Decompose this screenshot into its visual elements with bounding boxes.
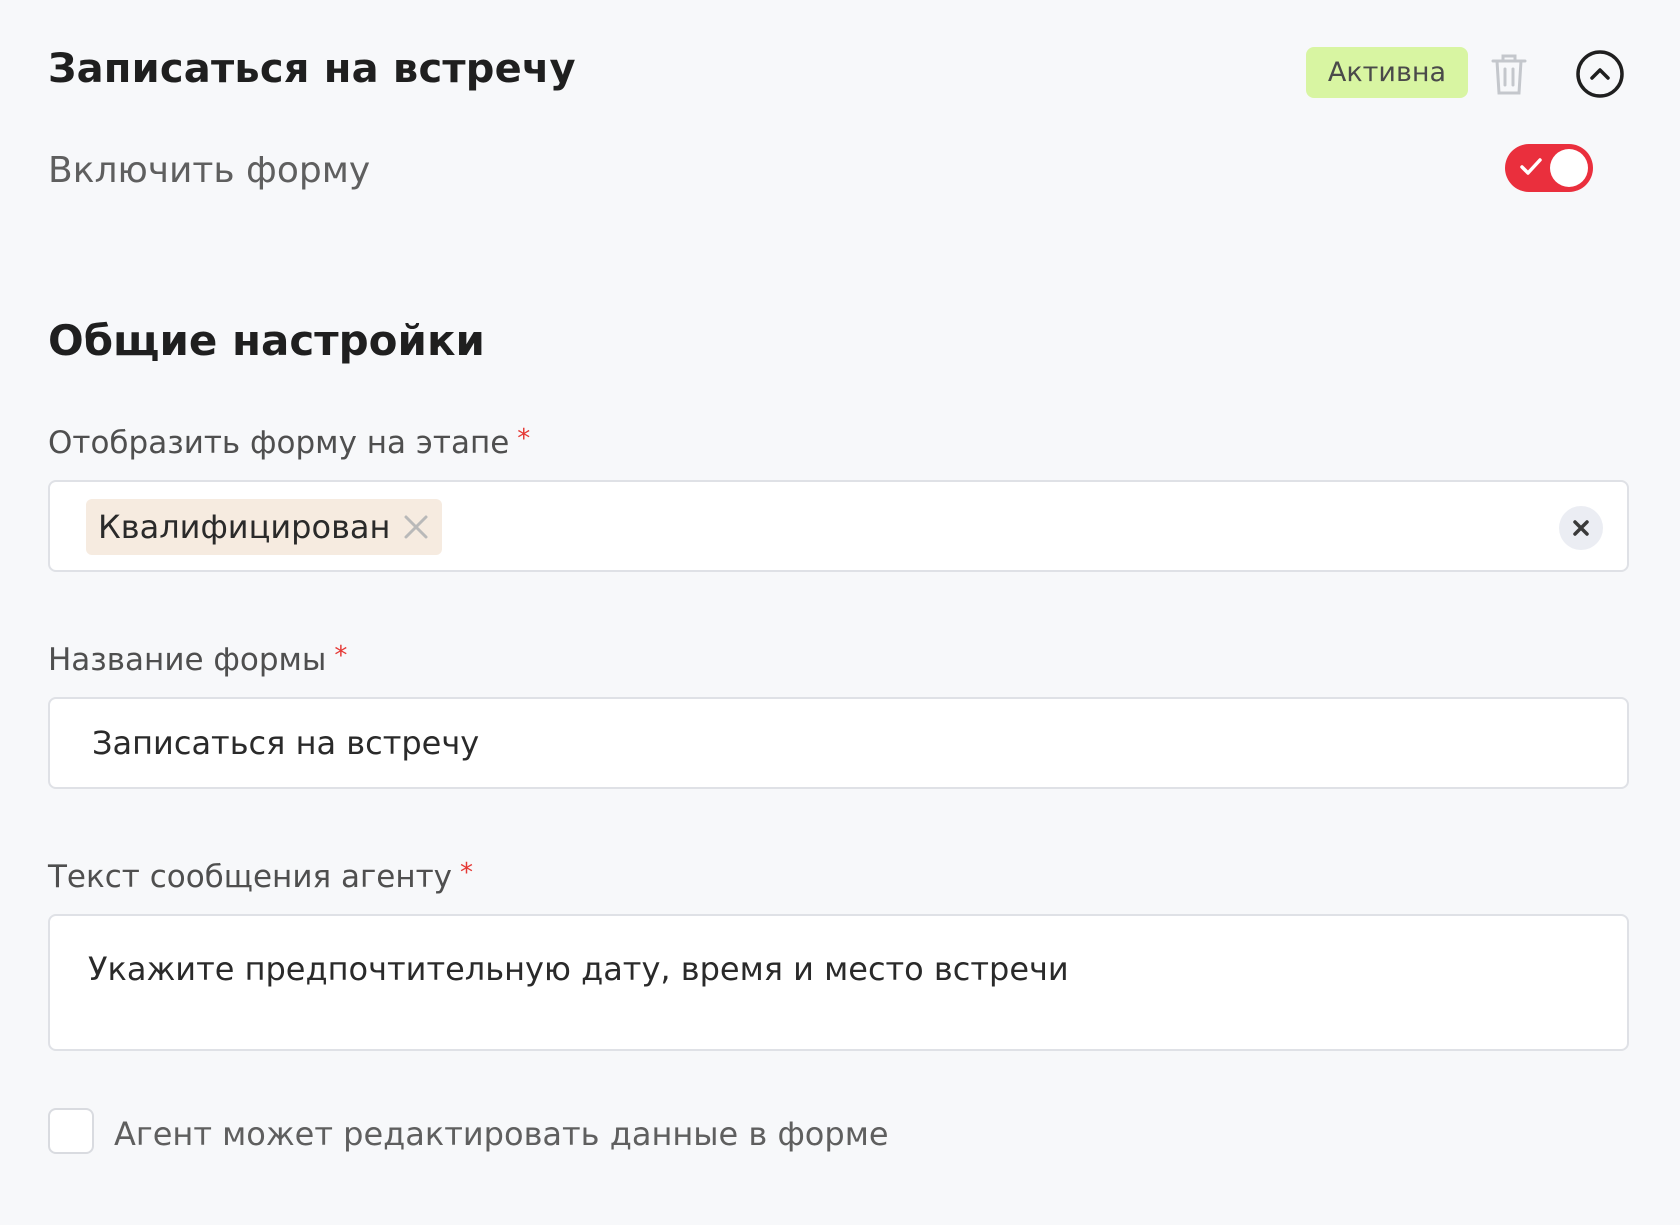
close-icon bbox=[404, 515, 428, 539]
form-name-field: Записаться на встречу bbox=[48, 697, 1629, 789]
form-name-input[interactable]: Записаться на встречу bbox=[92, 724, 1572, 762]
stage-tag: Квалифицирован bbox=[86, 499, 443, 555]
delete-button[interactable] bbox=[1486, 48, 1532, 100]
stage-tag-label: Квалифицирован bbox=[98, 508, 391, 546]
trash-icon bbox=[1491, 54, 1527, 95]
required-mark: * bbox=[334, 641, 348, 671]
required-mark: * bbox=[517, 424, 531, 454]
clear-selection-button[interactable] bbox=[1559, 506, 1603, 550]
stage-select[interactable]: Квалифицирован bbox=[48, 480, 1629, 572]
agent-message-textarea[interactable]: Укажите предпочтительную дату, время и м… bbox=[88, 950, 1568, 988]
agent-message-field-label: Текст сообщения агенту * bbox=[48, 858, 473, 895]
toggle-knob bbox=[1550, 149, 1588, 187]
agent-message-field: Укажите предпочтительную дату, время и м… bbox=[48, 914, 1629, 1051]
check-icon bbox=[1520, 158, 1542, 175]
collapse-button[interactable] bbox=[1574, 48, 1626, 100]
agent-edit-checkbox-label: Агент может редактировать данные в форме bbox=[114, 1115, 889, 1153]
close-icon bbox=[1573, 520, 1589, 536]
remove-tag-button[interactable] bbox=[402, 513, 430, 541]
form-title: Записаться на встречу bbox=[48, 46, 576, 92]
agent-message-label-text: Текст сообщения агенту bbox=[48, 859, 452, 895]
chevron-up-circle-icon bbox=[1576, 50, 1624, 98]
form-name-label-text: Название формы bbox=[48, 642, 327, 678]
required-mark: * bbox=[460, 858, 473, 888]
form-settings-panel: Записаться на встречу Активна Включить ф… bbox=[0, 0, 1680, 1225]
stage-label-text: Отобразить форму на этапе bbox=[48, 425, 510, 461]
agent-edit-checkbox[interactable] bbox=[48, 1108, 94, 1154]
stage-field-label: Отобразить форму на этапе * bbox=[48, 424, 530, 461]
enable-form-toggle[interactable] bbox=[1505, 144, 1593, 192]
enable-form-label: Включить форму bbox=[48, 150, 371, 191]
section-title: Общие настройки bbox=[48, 316, 485, 365]
form-name-field-label: Название формы * bbox=[48, 641, 347, 678]
status-badge: Активна bbox=[1306, 47, 1468, 98]
